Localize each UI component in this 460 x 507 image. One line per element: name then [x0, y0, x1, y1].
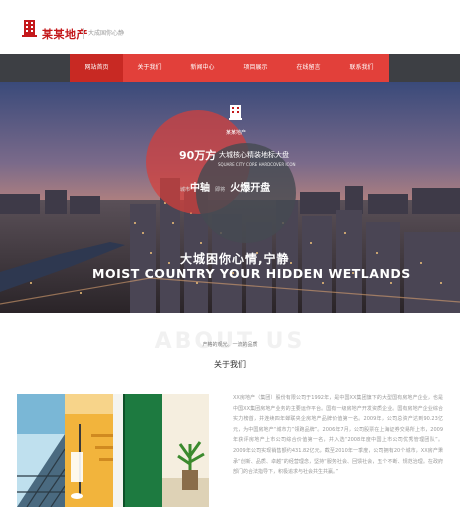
banner-row-mid: 即将 — [215, 187, 226, 193]
hero-banner[interactable]: 某某地产 90万方 大城核心精装地标大盘 SQUARE CITY CORE HA… — [0, 82, 460, 313]
about-image-plant — [162, 394, 209, 507]
nav-item-message[interactable]: 在线留言 — [282, 54, 335, 82]
header-divider — [83, 28, 84, 39]
banner-headline-text: 大城核心精装地标大盘 — [219, 151, 289, 159]
brand-name[interactable]: 某某地产 — [42, 26, 88, 42]
about-image-glass — [17, 394, 65, 507]
about-subtitle: 产格的观光。一流的品质 — [202, 342, 258, 348]
main-nav: 网站首页 关于我们 新闻中心 项目展示 在线留言 联系我们 — [0, 54, 460, 82]
banner-headline-english: SQUARE CITY CORE HARDCOVER ICON — [218, 162, 296, 167]
banner-row-prefix: 城市 — [180, 187, 191, 193]
about-title: 关于我们 — [214, 360, 246, 369]
nav-item-home[interactable]: 网站首页 — [70, 54, 123, 82]
nav-item-projects[interactable]: 项目展示 — [229, 54, 282, 82]
banner-building-icon — [229, 105, 242, 120]
banner-row-main1: 中轴 — [190, 183, 211, 194]
about-image-stairs — [65, 394, 113, 507]
header: 某某地产 大成国你心静 — [0, 0, 460, 56]
banner-brand: 某某地产 — [226, 130, 247, 136]
about-description: XX房地产（集团）股份有限公司于1992年，是中国XX集团旗下的大型国有房地产企… — [233, 395, 443, 476]
building-logo-icon[interactable] — [22, 19, 37, 39]
banner-headline-number: 90万方 — [179, 149, 217, 162]
header-slogan: 大成国你心静 — [88, 30, 125, 37]
banner-row-main2: 火爆开盘 — [230, 183, 271, 194]
banner-tagline-cn: 大城困你心情,宁静 — [180, 252, 290, 266]
nav-item-about[interactable]: 关于我们 — [123, 54, 176, 82]
banner-opening-line: 城市中轴 即将 火爆开盘 — [180, 176, 270, 195]
nav-item-news[interactable]: 新闻中心 — [176, 54, 229, 82]
nav-item-contact[interactable]: 联系我们 — [335, 54, 388, 82]
banner-tagline-en: MOIST COUNTRY YOUR HIDDEN WETLANDS — [92, 266, 411, 281]
about-image-green-wall — [113, 394, 162, 507]
nav-menu: 网站首页 关于我们 新闻中心 项目展示 在线留言 联系我们 — [70, 54, 389, 82]
